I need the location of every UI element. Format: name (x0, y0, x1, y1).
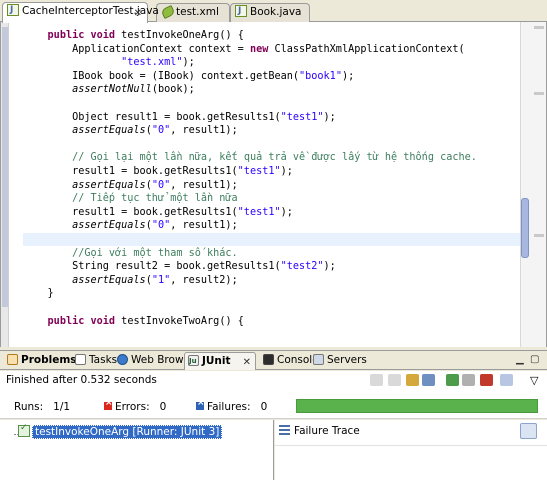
java-file-icon (7, 2, 19, 19)
errors-value: 0 (159, 401, 167, 413)
stack-trace-icon (279, 425, 290, 435)
test-name[interactable]: testInvokeOneArg [Runner: JUnit 3] (32, 425, 223, 439)
tab-label: Tasks (89, 354, 118, 366)
errors-label: Errors: (115, 401, 150, 413)
xml-file-icon (161, 5, 173, 17)
code-line[interactable]: public void testInvokeTwoArg() { (23, 315, 244, 328)
tab-test-xml[interactable]: test.xml (156, 3, 230, 22)
tab-junit[interactable]: JUnit ✕ (184, 352, 256, 370)
next-failure-icon[interactable] (370, 374, 383, 386)
problems-icon (7, 354, 18, 365)
minimize-icon[interactable]: ▁ (516, 354, 524, 365)
web-browser-icon (117, 354, 128, 365)
change-marker (2, 27, 8, 307)
code-line[interactable]: result1 = book.getResults1("test1"); (23, 165, 293, 178)
code-line[interactable]: //Gọi với một tham số khác. (23, 247, 238, 260)
code-editor[interactable]: public void testInvokeOneArg() { Applica… (0, 22, 547, 347)
failure-trace-header: Failure Trace (279, 425, 360, 437)
code-line[interactable]: result1 = book.getResults1("test1"); (23, 206, 293, 219)
divider (275, 445, 547, 446)
test-tree[interactable]: testInvokeOneArg [Runner: JUnit 3] (0, 420, 274, 480)
runs-label: Runs: (14, 401, 44, 413)
code-line[interactable]: assertEquals("0", result1); (23, 124, 238, 137)
failures-counter: Failures: 0 (196, 398, 268, 413)
code-line[interactable]: } (23, 287, 54, 300)
errors-counter: Errors: 0 (104, 398, 167, 413)
ruler-mark (534, 234, 544, 237)
rerun-test-icon[interactable] (446, 374, 459, 386)
ruler-mark (534, 92, 544, 95)
test-passed-icon (18, 423, 30, 437)
console-icon (263, 354, 274, 365)
junit-counters: Runs: 1/1 Errors: 0 Failures: 0 (0, 389, 547, 419)
tab-problems[interactable]: Problems (4, 352, 77, 370)
code-line[interactable]: public void testInvokeOneArg() { (23, 29, 244, 42)
code-area[interactable]: public void testInvokeOneArg() { Applica… (23, 27, 521, 345)
stop-run-icon[interactable] (480, 374, 493, 386)
junit-progress-bar (296, 399, 538, 413)
code-line[interactable]: assertNotNull(book); (23, 83, 195, 96)
maximize-icon[interactable]: ▢ (530, 354, 539, 365)
code-line[interactable]: ApplicationContext context = new ClassPa… (23, 43, 465, 56)
tab-label: Servers (327, 354, 367, 366)
failure-trace-label: Failure Trace (294, 425, 360, 437)
failure-icon (196, 398, 205, 410)
servers-icon (313, 354, 324, 365)
junit-toolbar: Finished after 0.532 seconds ▽ (0, 371, 547, 389)
code-line[interactable]: String result2 = book.getResults1("test2… (23, 260, 336, 273)
scrollbar-thumb[interactable] (521, 198, 529, 258)
tab-book-java[interactable]: Book.java (230, 3, 310, 22)
tab-label: JUnit (202, 355, 231, 367)
code-line[interactable]: "test.xml"); (23, 56, 195, 69)
tab-label: Problems (21, 354, 77, 366)
tab-label: Book.java (250, 6, 302, 18)
tab-cache-interceptor-test[interactable]: CacheInterceptorTest.java ✕ (2, 2, 159, 23)
failures-label: Failures: (207, 401, 251, 413)
failures-value: 0 (260, 401, 268, 413)
view-menu-icon[interactable]: ▽ (530, 374, 540, 387)
previous-failure-icon[interactable] (388, 374, 401, 386)
filter-stack-trace-button[interactable] (520, 423, 537, 439)
overview-ruler[interactable] (520, 22, 546, 347)
code-line[interactable]: // Tiếp tục thử một lần nữa (23, 192, 238, 205)
code-line[interactable]: assertEquals("0", result1); (23, 219, 238, 232)
close-icon[interactable]: ✕ (243, 354, 251, 371)
runs-counter: Runs: 1/1 (14, 401, 70, 413)
tasks-icon (75, 354, 86, 365)
code-line[interactable] (23, 233, 521, 246)
java-file-icon (235, 3, 247, 20)
tab-tasks[interactable]: Tasks (72, 352, 117, 370)
failure-trace-pane: Failure Trace (275, 420, 547, 480)
code-line[interactable]: assertEquals("1", result2); (23, 274, 238, 287)
tab-servers[interactable]: Servers (310, 352, 367, 370)
close-icon[interactable]: ✕ (134, 5, 142, 22)
test-tree-item[interactable]: testInvokeOneArg [Runner: JUnit 3] (18, 423, 223, 439)
junit-icon (188, 353, 199, 370)
test-run-history-icon[interactable] (500, 374, 513, 386)
editor-tab-bar: CacheInterceptorTest.java ✕ test.xml Boo… (0, 0, 547, 23)
view-tab-bar: Problems Tasks Web Browser JUnit✕ Consol… (0, 350, 547, 370)
scroll-lock-icon[interactable] (422, 374, 435, 386)
tab-label: test.xml (176, 6, 219, 18)
error-icon (104, 398, 113, 410)
junit-status-text: Finished after 0.532 seconds (6, 374, 157, 386)
code-line[interactable]: assertEquals("0", result1); (23, 179, 238, 192)
show-failures-only-icon[interactable] (406, 374, 419, 386)
code-line[interactable]: Object result1 = book.getResults1("test1… (23, 111, 336, 124)
rerun-failed-first-icon[interactable] (462, 374, 475, 386)
code-line[interactable]: // Gọi lại một lần nữa, kết quả trả về đ… (23, 151, 477, 164)
ruler-mark (534, 26, 544, 29)
code-line[interactable]: IBook book = (IBook) context.getBean("bo… (23, 70, 354, 83)
editor-gutter (1, 22, 9, 347)
runs-value: 1/1 (53, 401, 71, 413)
